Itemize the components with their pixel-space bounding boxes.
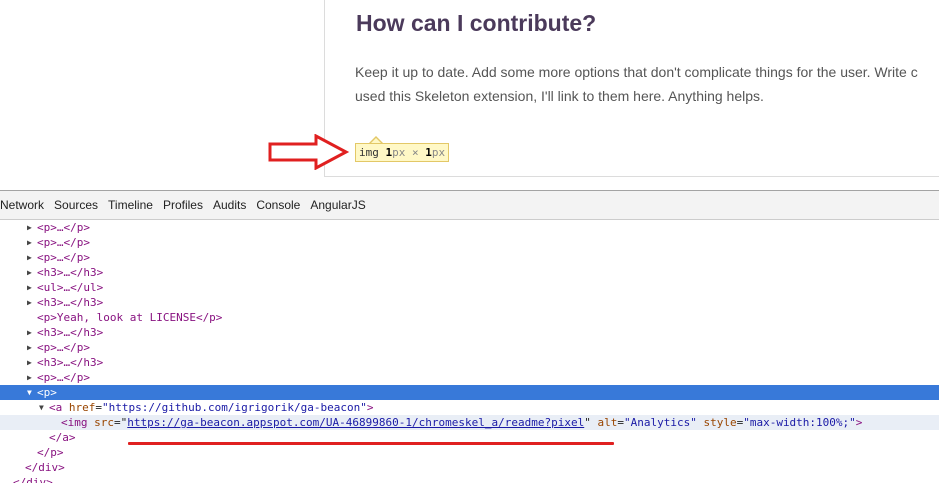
collapse-triangle-icon[interactable]: ▼: [27, 385, 32, 400]
red-underline-annotation: [128, 442, 614, 445]
tab-network[interactable]: Network: [0, 191, 49, 219]
tooltip-height-unit: px: [431, 146, 446, 159]
tab-angularjs[interactable]: AngularJS: [305, 191, 370, 219]
element-size-tooltip: img 1px × 1px: [355, 143, 450, 162]
section-paragraph: Keep it up to date. Add some more option…: [355, 60, 939, 108]
dom-node[interactable]: <p>Yeah, look at LICENSE</p>: [0, 310, 939, 325]
expand-triangle-icon[interactable]: ▶: [27, 220, 32, 235]
paragraph-line-2: used this Skeleton extension, I'll link …: [355, 88, 764, 104]
img-src-link[interactable]: https://ga-beacon.appspot.com/UA-4689986…: [127, 416, 584, 429]
dom-node[interactable]: ▶ <p>…</p>: [0, 235, 939, 250]
devtools-panel: Network Sources Timeline Profiles Audits…: [0, 190, 939, 483]
dom-node[interactable]: ▶ <h3>…</h3>: [0, 265, 939, 280]
tooltip-times: ×: [412, 146, 419, 159]
dom-node[interactable]: ▶ <p>…</p>: [0, 220, 939, 235]
dom-node[interactable]: ▶ <h3>…</h3>: [0, 295, 939, 310]
tooltip-tag: img: [359, 146, 379, 159]
dom-node[interactable]: ▶ <ul>…</ul>: [0, 280, 939, 295]
page-preview: How can I contribute? Keep it up to date…: [0, 0, 939, 190]
devtools-tabbar: Network Sources Timeline Profiles Audits…: [0, 191, 939, 220]
dom-node-close[interactable]: </div>: [0, 460, 939, 475]
expand-triangle-icon[interactable]: ▶: [27, 265, 32, 280]
dom-node-selected[interactable]: ▼ <p>: [0, 385, 939, 400]
dom-node[interactable]: ▶ <h3>…</h3>: [0, 355, 939, 370]
expand-triangle-icon[interactable]: ▶: [27, 235, 32, 250]
red-arrow-annotation: [268, 134, 350, 170]
tab-audits[interactable]: Audits: [208, 191, 251, 219]
dom-node[interactable]: ▶ <p>…</p>: [0, 250, 939, 265]
tab-console[interactable]: Console: [251, 191, 305, 219]
expand-triangle-icon[interactable]: ▶: [27, 340, 32, 355]
section-heading: How can I contribute?: [356, 10, 597, 36]
expand-triangle-icon[interactable]: ▶: [27, 370, 32, 385]
collapse-triangle-icon[interactable]: ▼: [39, 400, 44, 415]
expand-triangle-icon[interactable]: ▶: [27, 280, 32, 295]
tooltip-width-unit: px: [392, 146, 406, 159]
dom-node[interactable]: ▶ <p>…</p>: [0, 340, 939, 355]
dom-node-anchor[interactable]: ▼ <a href="https://github.com/igrigorik/…: [0, 400, 939, 415]
dom-node[interactable]: ▶ <p>…</p>: [0, 370, 939, 385]
dom-node[interactable]: ▶ <h3>…</h3>: [0, 325, 939, 340]
dom-node-close[interactable]: </p>: [0, 445, 939, 460]
tab-timeline[interactable]: Timeline: [103, 191, 158, 219]
expand-triangle-icon[interactable]: ▶: [27, 295, 32, 310]
expand-triangle-icon[interactable]: ▶: [27, 250, 32, 265]
expand-triangle-icon[interactable]: ▶: [27, 355, 32, 370]
expand-triangle-icon[interactable]: ▶: [27, 325, 32, 340]
tooltip-height: 1: [425, 146, 432, 159]
dom-node-img[interactable]: <img src="https://ga-beacon.appspot.com/…: [0, 415, 939, 430]
tab-sources[interactable]: Sources: [49, 191, 103, 219]
tab-profiles[interactable]: Profiles: [158, 191, 208, 219]
paragraph-line-1: Keep it up to date. Add some more option…: [355, 64, 918, 80]
